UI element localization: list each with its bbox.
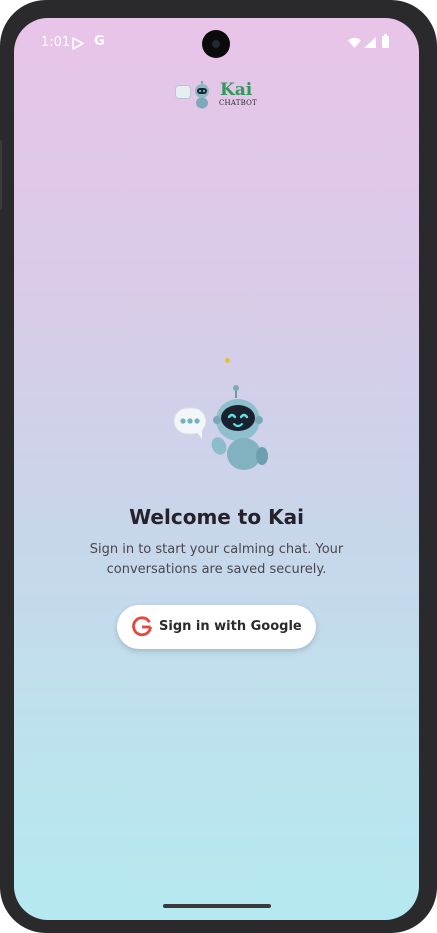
chat-bubble-icon — [173, 407, 207, 439]
status-bar: 1:01 G — [14, 18, 419, 66]
wifi-icon — [348, 37, 361, 48]
logo-brand-text: Kai — [220, 80, 253, 100]
sign-in-with-google-button[interactable]: Sign in with Google — [117, 605, 316, 649]
logo-robot-icon — [195, 81, 209, 109]
google-icon: G — [94, 34, 105, 49]
sign-in-label: Sign in with Google — [159, 619, 302, 634]
signal-icon — [364, 37, 376, 48]
robot-mascot-icon — [173, 385, 268, 470]
front-camera — [202, 30, 230, 58]
welcome-subtitle: Sign in to start your calming chat. Your… — [89, 542, 344, 577]
app-logo: Kai CHATBOT — [175, 79, 259, 111]
play-store-icon — [72, 37, 84, 50]
logo-chat-bubble-icon — [175, 85, 191, 99]
home-indicator[interactable] — [163, 904, 271, 908]
welcome-title: Welcome to Kai — [129, 505, 304, 529]
status-time: 1:01 — [41, 35, 71, 50]
accent-dot — [225, 358, 230, 363]
phone-frame: 1:01 G Kai CHATBOT Welcome to Kai Sign i… — [0, 0, 437, 933]
google-g-icon — [132, 616, 152, 637]
app-screen: 1:01 G Kai CHATBOT Welcome to Kai Sign i… — [14, 18, 419, 920]
battery-icon — [382, 34, 389, 48]
logo-subtitle-text: CHATBOT — [219, 99, 257, 107]
